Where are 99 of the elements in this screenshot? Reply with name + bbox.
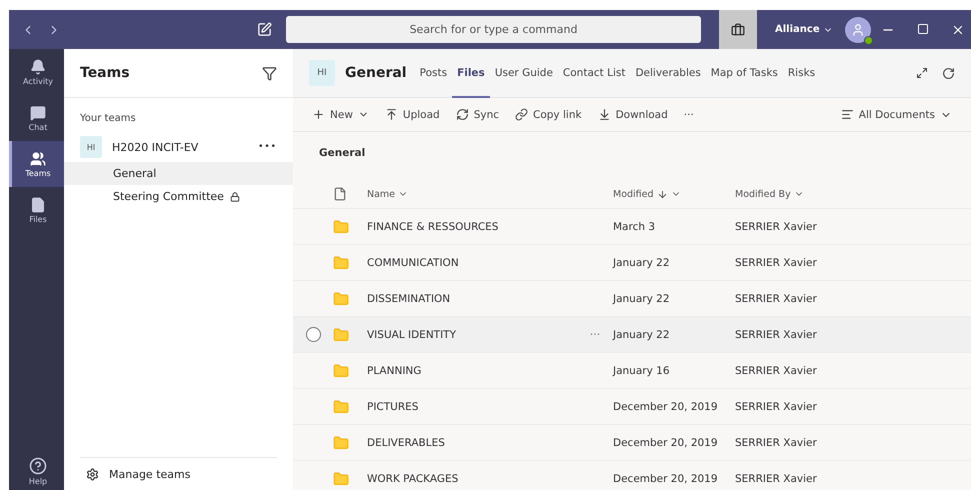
toolbar-button[interactable]: Download: [592, 108, 673, 121]
table-row[interactable]: COMMUNICATION January 22 SERRIER Xavier: [293, 245, 971, 281]
tab[interactable]: Contact List: [558, 48, 630, 98]
folder-icon: [333, 218, 349, 234]
lock-icon: [230, 192, 240, 202]
channel-item[interactable]: Steering Committee: [64, 185, 293, 208]
team-name[interactable]: H2020 INCIT-EV: [112, 140, 248, 154]
section-label: Your teams: [79, 112, 137, 126]
team-avatar: HI: [80, 136, 102, 158]
org-switcher[interactable]: Alliance: [775, 24, 833, 35]
folder-icon: [333, 362, 349, 378]
table-row[interactable]: VISUAL IDENTITY ··· January 22 SERRIER Xavier: [293, 317, 971, 353]
compose-icon[interactable]: [257, 22, 272, 37]
column-header[interactable]: Modified By: [735, 188, 971, 200]
table-row[interactable]: PLANNING January 16 SERRIER Xavier: [293, 353, 971, 389]
file-name[interactable]: DISSEMINATION: [367, 292, 577, 304]
file-name[interactable]: VISUAL IDENTITY: [367, 328, 577, 340]
teams-icon: [30, 150, 46, 166]
table-cell-text: SERRIER Xavier: [735, 256, 818, 268]
table-row[interactable]: WORK PACKAGES December 20, 2019 SERRIER Xavier: [293, 461, 971, 490]
link-icon: [515, 108, 528, 121]
table-cell-text: December 20, 2019: [613, 436, 719, 448]
toolbar-button[interactable]: Copy link: [510, 108, 587, 121]
table-cell-text: January 22: [613, 328, 671, 340]
tab[interactable]: Files: [452, 48, 490, 98]
folder-icon: [333, 398, 349, 414]
sync-icon: [456, 108, 469, 121]
table-row[interactable]: DELIVERABLES December 20, 2019 SERRIER Xavier: [293, 425, 971, 461]
table-cell-text: SERRIER Xavier: [735, 292, 818, 304]
file-type-icon: [333, 187, 347, 201]
folder-icon: [333, 326, 349, 342]
select-radio[interactable]: [306, 327, 320, 342]
tab[interactable]: Risks: [782, 48, 820, 98]
help-icon: [29, 456, 47, 474]
table-cell-text: SERRIER Xavier: [735, 436, 818, 448]
toolbar-button[interactable]: Sync: [450, 108, 504, 121]
column-header[interactable]: Modified: [613, 188, 735, 200]
download-icon: [598, 108, 611, 121]
folder-icon: [333, 434, 349, 450]
rail-item[interactable]: Chat: [9, 95, 64, 141]
search-field[interactable]: Search for or type a command: [286, 16, 701, 43]
table-cell-text: January 16: [613, 364, 671, 376]
table-cell-text: SERRIER Xavier: [735, 328, 818, 340]
list-icon: [840, 108, 854, 121]
briefcase-icon: [731, 22, 745, 36]
file-name[interactable]: COMMUNICATION: [367, 256, 577, 268]
breadcrumb: General: [318, 146, 366, 159]
more-button[interactable]: ···: [678, 108, 699, 120]
table-cell-text: SERRIER Xavier: [735, 364, 818, 376]
file-name[interactable]: PLANNING: [367, 364, 577, 376]
channel-title: General: [345, 65, 407, 81]
filter-icon[interactable]: [262, 66, 277, 80]
tab[interactable]: Map of Tasks: [706, 48, 783, 98]
toolbar-button[interactable]: New: [307, 108, 374, 121]
folder-icon: [333, 254, 349, 270]
files-icon: [30, 196, 46, 212]
table-cell-text: January 22: [613, 292, 671, 304]
column-header[interactable]: Name: [367, 188, 577, 200]
new-icon: [312, 108, 325, 121]
view-dropdown[interactable]: All Documents: [836, 108, 957, 121]
expand-icon[interactable]: [916, 66, 928, 78]
table-cell-text: March 3: [613, 220, 656, 232]
file-name[interactable]: PICTURES: [367, 400, 577, 412]
file-name[interactable]: FINANCE & RESSOURCES: [367, 220, 577, 232]
file-name[interactable]: DELIVERABLES: [367, 436, 577, 448]
folder-icon: [333, 470, 349, 486]
briefcase-button[interactable]: [719, 10, 757, 49]
rail-item[interactable]: Teams: [9, 141, 64, 187]
toolbar-button[interactable]: Upload: [380, 108, 445, 121]
table-cell-text: SERRIER Xavier: [735, 400, 818, 412]
table-row[interactable]: PICTURES December 20, 2019 SERRIER Xavier: [293, 389, 971, 425]
table-cell-text: January 22: [613, 256, 671, 268]
avatar[interactable]: [844, 16, 871, 42]
activity-icon: [30, 58, 46, 74]
folder-icon: [333, 290, 349, 306]
channel-avatar: HI: [309, 60, 335, 86]
manage-teams-button[interactable]: Manage teams: [80, 457, 277, 490]
help-button[interactable]: Help: [9, 452, 64, 490]
more-button[interactable]: ···: [577, 328, 613, 341]
table-cell-text: SERRIER Xavier: [735, 472, 818, 484]
tab[interactable]: Posts: [414, 48, 452, 98]
table-cell-text: December 20, 2019: [613, 400, 719, 412]
maximize-icon[interactable]: [917, 22, 929, 34]
chat-icon: [30, 104, 46, 120]
file-name[interactable]: WORK PACKAGES: [367, 472, 577, 484]
refresh-icon[interactable]: [942, 66, 955, 80]
more-button[interactable]: •••: [258, 142, 277, 152]
sidebar-title: Teams: [80, 65, 130, 81]
rail-item[interactable]: Activity: [9, 49, 64, 95]
rail-item[interactable]: Files: [9, 187, 64, 233]
channel-item[interactable]: General: [64, 162, 293, 185]
settings-icon: [86, 468, 99, 480]
table-cell-text: December 20, 2019: [613, 472, 719, 484]
sort-arrow-icon: [656, 188, 668, 200]
table-row[interactable]: FINANCE & RESSOURCES March 3 SERRIER Xavier: [293, 209, 971, 245]
table-cell-text: SERRIER Xavier: [735, 220, 818, 232]
tab[interactable]: Deliverables: [630, 48, 706, 98]
tab[interactable]: User Guide: [490, 48, 558, 98]
upload-icon: [384, 108, 398, 121]
